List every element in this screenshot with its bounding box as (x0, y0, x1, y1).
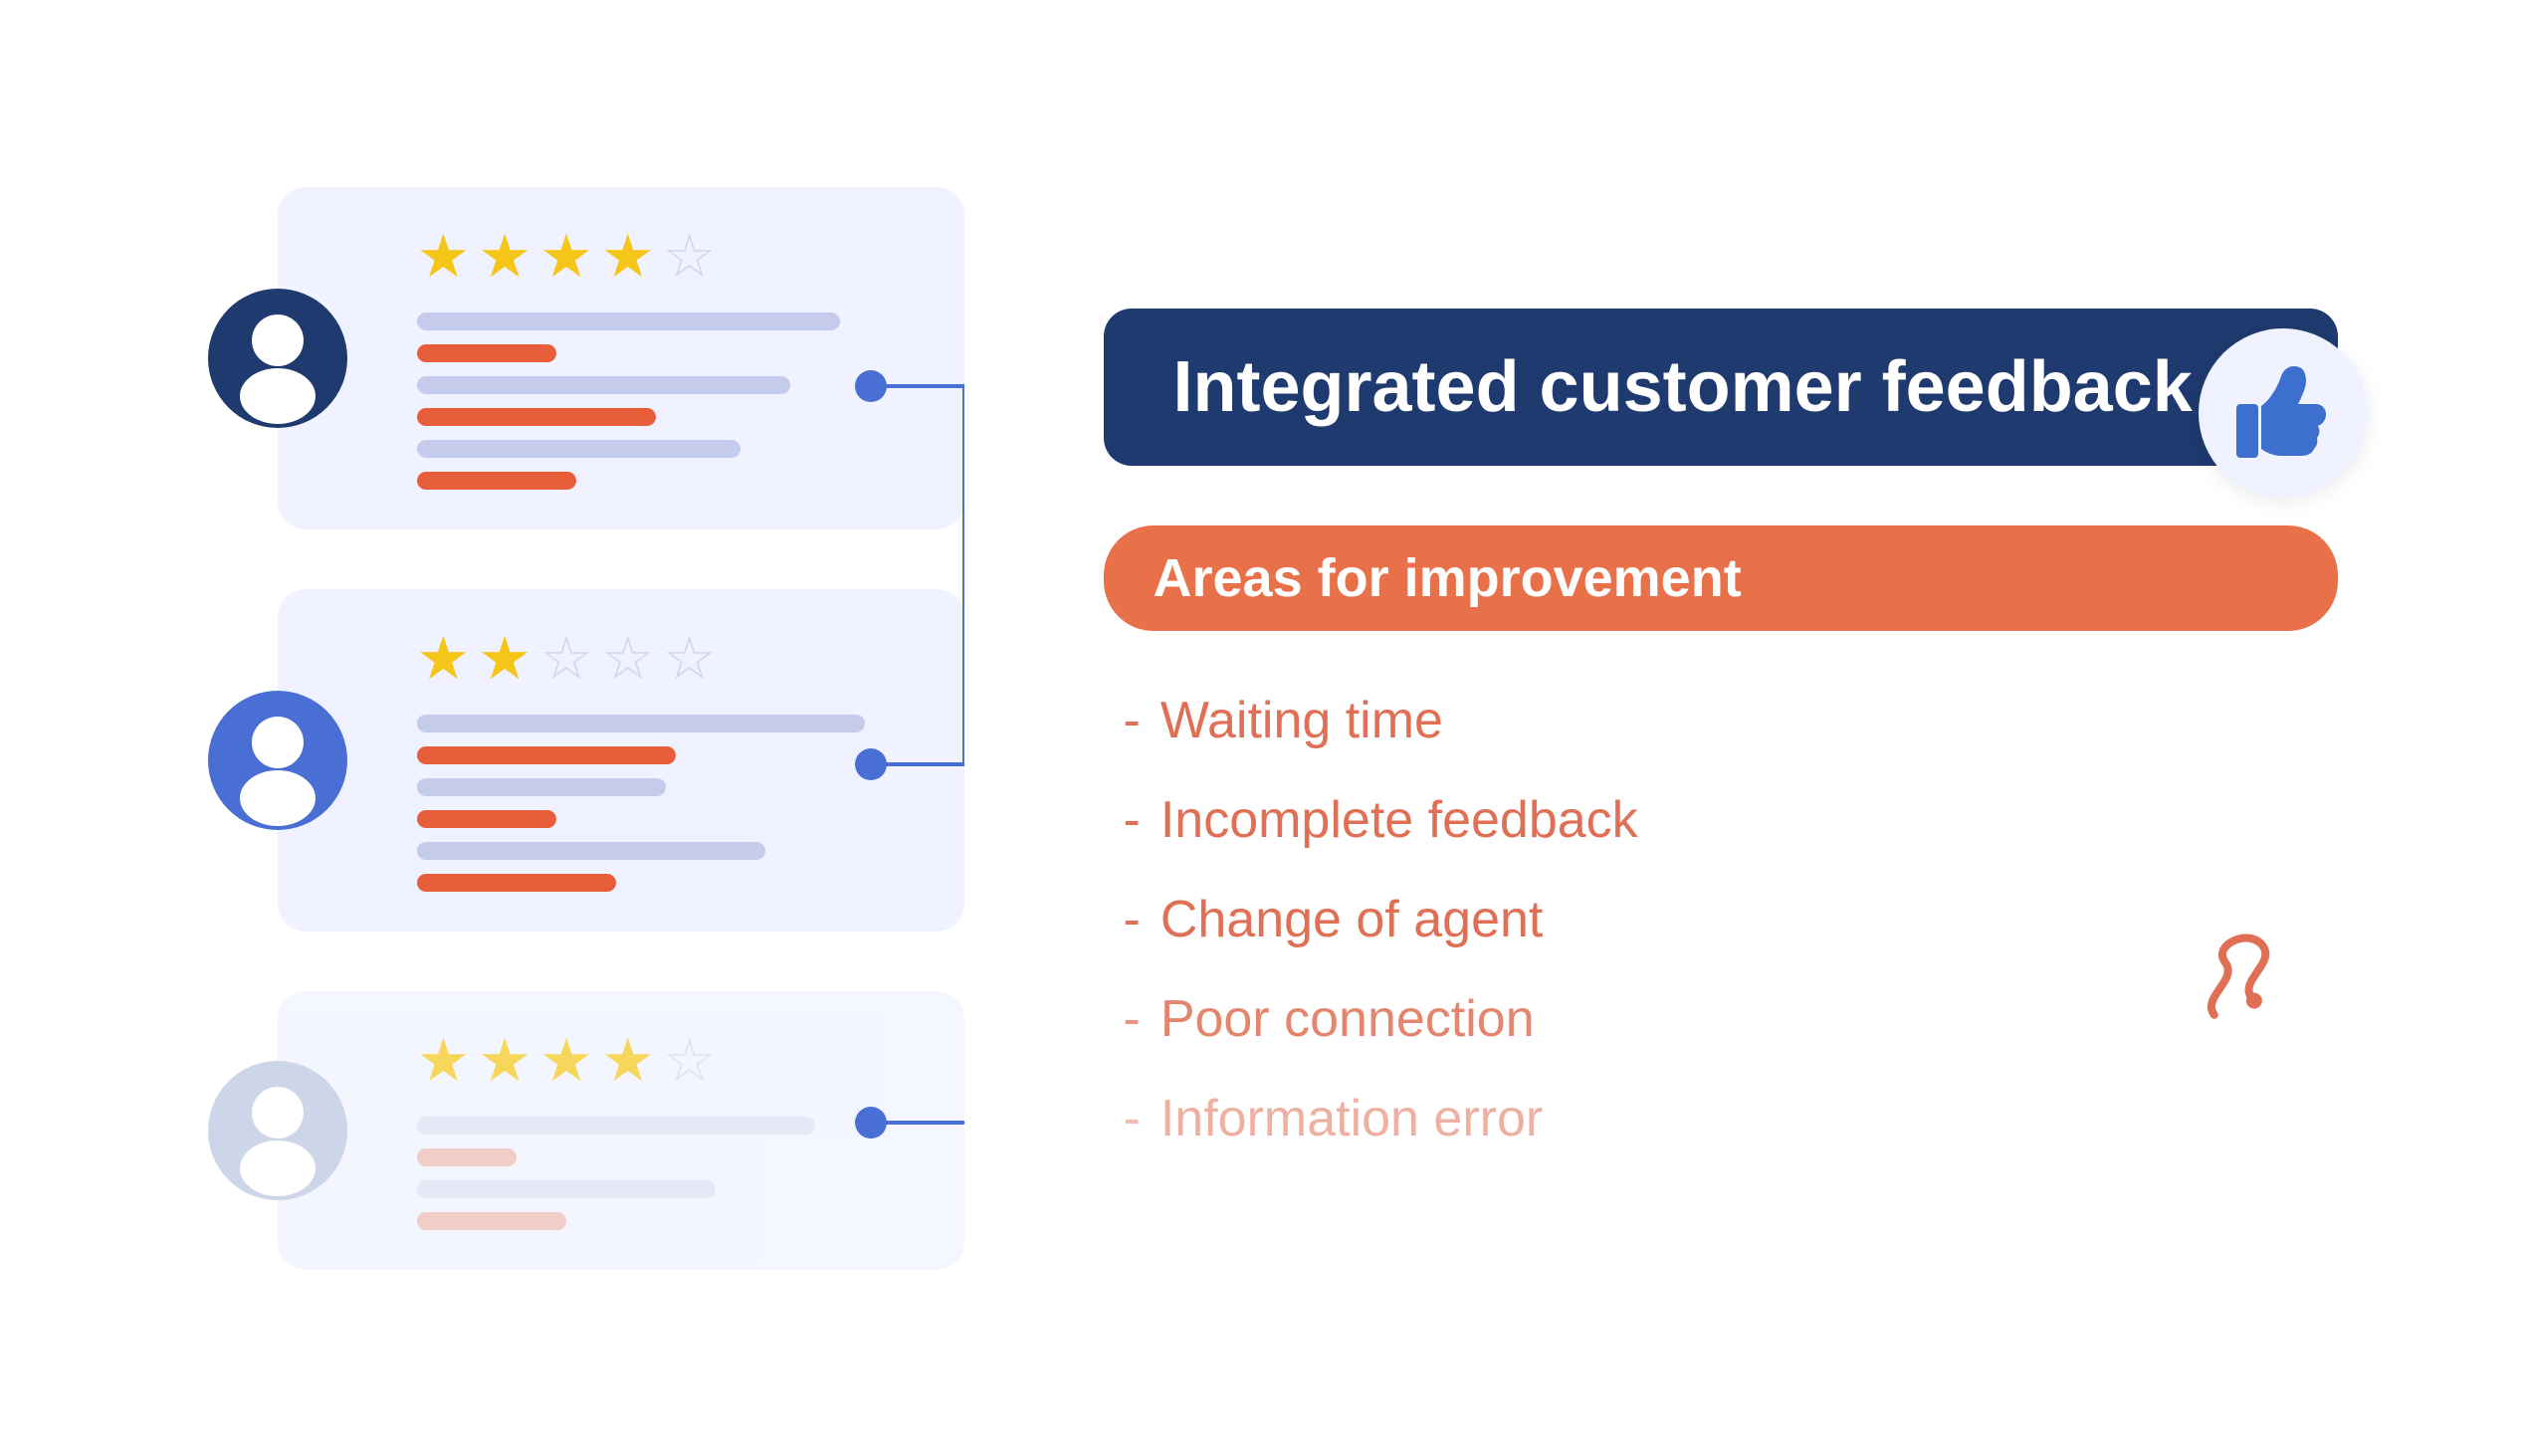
star-2-3: ☆ (539, 629, 593, 689)
dash-waiting-time: - (1124, 691, 1141, 750)
bar-accent-2-2 (417, 810, 556, 828)
dash-poor-connection: - (1124, 989, 1141, 1049)
improvement-item-incomplete-feedback: - Incomplete feedback (1124, 790, 2338, 850)
stars-row-3: ★ ★ ★ ★ ☆ (417, 1031, 915, 1091)
improvement-item-poor-connection: - Poor connection (1124, 989, 2338, 1049)
avatar-1 (208, 289, 347, 428)
bar-bg-3-2 (417, 1180, 716, 1198)
bar-bg-3-1 (417, 1117, 815, 1135)
star-1-4: ★ (601, 227, 655, 287)
bar-accent-2-3 (417, 874, 616, 892)
bar-bg-1-1 (417, 312, 840, 330)
avatar-2 (208, 691, 347, 830)
bar-accent-3-1 (417, 1148, 517, 1166)
star-1-1: ★ (417, 227, 471, 287)
star-3-1: ★ (417, 1031, 471, 1091)
bar-bg-1-2 (417, 376, 790, 394)
improvement-text-waiting-time: Waiting time (1160, 691, 1443, 750)
feedback-card-2: ★ ★ ☆ ☆ ☆ (278, 589, 964, 932)
bar-accent-1-3 (417, 472, 576, 490)
star-3-5: ☆ (663, 1031, 717, 1091)
feedback-card-3: ★ ★ ★ ★ ☆ (278, 991, 964, 1270)
bars-3 (417, 1117, 915, 1230)
page-container: ★ ★ ★ ★ ☆ (69, 57, 2457, 1400)
star-2-2: ★ (478, 629, 531, 689)
star-1-5: ☆ (663, 227, 717, 287)
stars-row-1: ★ ★ ★ ★ ☆ (417, 227, 915, 287)
star-2-1: ★ (417, 629, 471, 689)
bars-1 (417, 312, 915, 490)
improvement-text-information-error: Information error (1160, 1089, 1543, 1148)
stars-row-2: ★ ★ ☆ ☆ ☆ (417, 629, 915, 689)
improvement-item-waiting-time: - Waiting time (1124, 691, 2338, 750)
improvement-item-information-error: - Information error (1124, 1089, 2338, 1148)
dash-incomplete-feedback: - (1124, 790, 1141, 850)
bar-accent-1-1 (417, 344, 556, 362)
bar-bg-2-2 (417, 778, 666, 796)
dash-change-of-agent: - (1124, 890, 1141, 949)
bars-2 (417, 715, 915, 892)
star-3-2: ★ (478, 1031, 531, 1091)
star-1-2: ★ (478, 227, 531, 287)
bar-accent-3-2 (417, 1212, 566, 1230)
bar-bg-2-1 (417, 715, 865, 732)
areas-badge-text: Areas for improvement (1154, 548, 1742, 608)
improvement-list: - Waiting time - Incomplete feedback - C… (1104, 691, 2338, 1148)
bar-bg-1-3 (417, 440, 740, 458)
bar-accent-1-2 (417, 408, 656, 426)
star-2-5: ☆ (663, 629, 717, 689)
bar-accent-2-1 (417, 746, 676, 764)
header-title: Integrated customer feedback (1173, 347, 2193, 427)
squiggle-decoration (2167, 901, 2308, 1058)
thumbs-up-circle (2199, 328, 2368, 498)
star-3-4: ★ (601, 1031, 655, 1091)
star-1-3: ★ (539, 227, 593, 287)
star-2-4: ☆ (601, 629, 655, 689)
star-3-3: ★ (539, 1031, 593, 1091)
improvement-text-poor-connection: Poor connection (1160, 989, 1535, 1049)
improvement-text-change-of-agent: Change of agent (1160, 890, 1544, 949)
improvement-item-change-of-agent: - Change of agent (1124, 890, 2338, 949)
improvement-text-incomplete-feedback: Incomplete feedback (1160, 790, 1638, 850)
avatar-3 (208, 1061, 347, 1200)
feedback-card-1: ★ ★ ★ ★ ☆ (278, 187, 964, 529)
header-banner: Integrated customer feedback (1104, 309, 2338, 466)
bar-bg-2-3 (417, 842, 765, 860)
right-panel: Integrated customer feedback Areas for i… (1044, 309, 2338, 1148)
areas-badge: Areas for improvement (1104, 525, 2338, 631)
dash-information-error: - (1124, 1089, 1141, 1148)
